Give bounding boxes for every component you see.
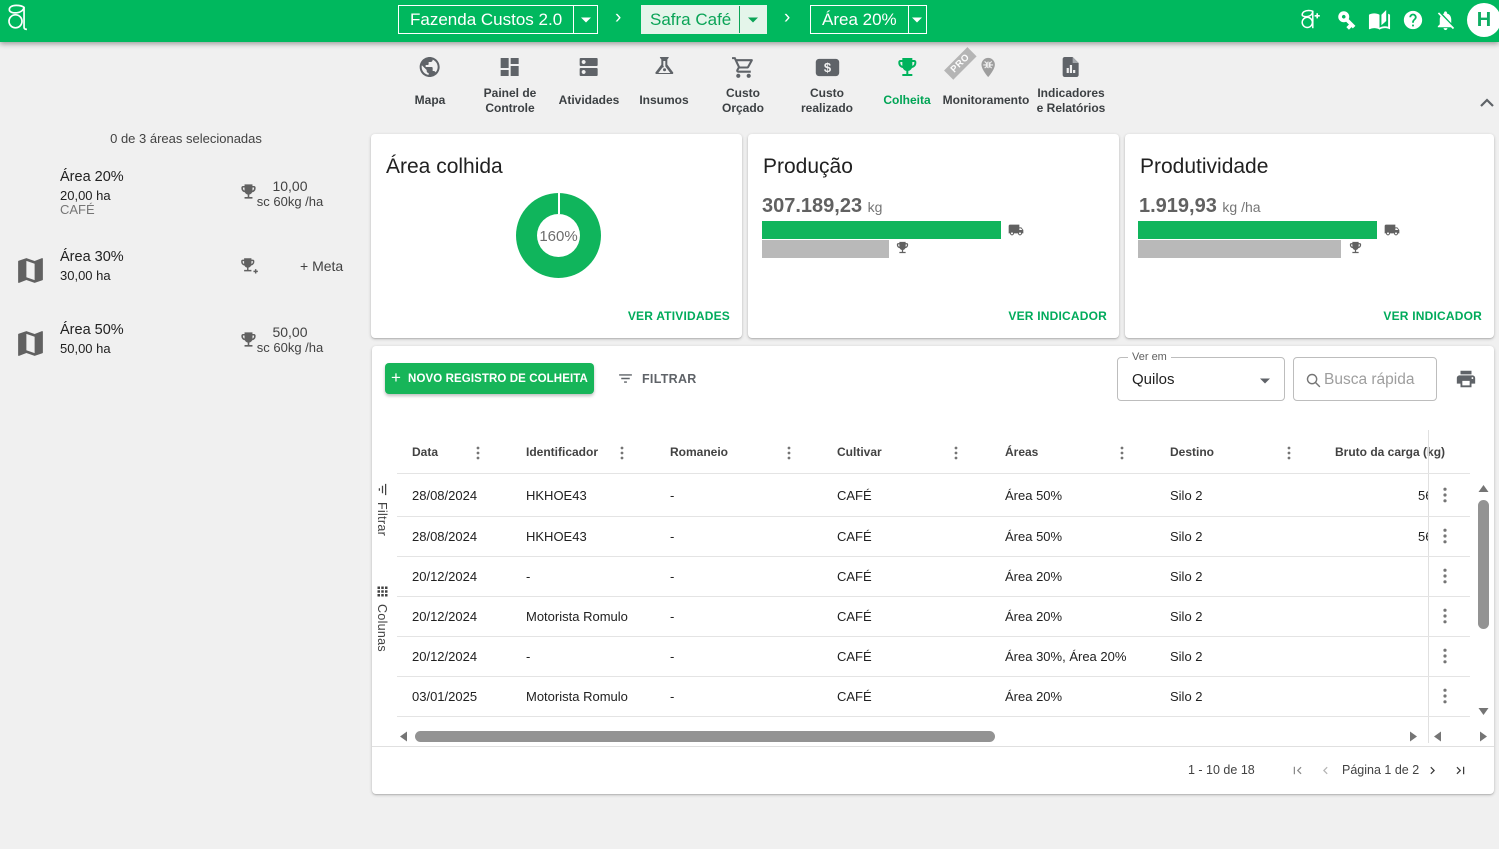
svg-text:$: $ — [823, 60, 831, 75]
